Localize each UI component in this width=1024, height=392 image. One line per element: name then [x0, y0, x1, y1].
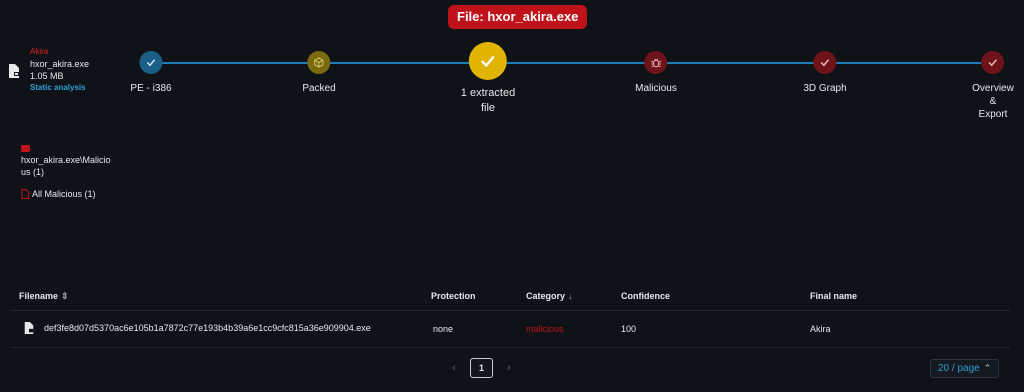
results-table: Filename ⇕ Protection Category ↓ Confidenc… — [11, 282, 1010, 348]
step-packed[interactable]: Packed — [302, 51, 336, 95]
col-filename[interactable]: Filename ⇕ — [11, 282, 431, 311]
file-name: hxor_akira.exe — [30, 59, 90, 69]
file-icon — [24, 322, 34, 334]
progress-line — [150, 62, 993, 64]
sort-icon[interactable]: ⇕ — [61, 291, 69, 301]
step-label: Overview & Export — [972, 83, 1014, 120]
prev-page-icon[interactable]: ‹ — [448, 362, 460, 374]
cell-protection: none — [431, 310, 526, 348]
cell-filename[interactable]: def3fe8d07d5370ac6e105b1a7872c77e193b4b3… — [11, 310, 431, 348]
col-protection[interactable]: Protection — [431, 282, 526, 311]
page-size-select[interactable]: 20 / page ⌃ — [930, 359, 1000, 378]
step-overview-export[interactable]: Overview & Export — [972, 51, 1014, 121]
file-tree: hxor_akira.exe\Malicio us (1) All Malici… — [21, 145, 111, 200]
table-row[interactable]: def3fe8d07d5370ac6e105b1a7872c77e193b4b3… — [11, 310, 1010, 348]
step-label: PE - i386 — [130, 83, 172, 94]
file-size: 1.05 MB — [30, 71, 64, 81]
page-size-value: 20 / page — [938, 363, 980, 374]
step-label: Malicious — [635, 83, 677, 94]
step-pe[interactable]: PE - i386 — [130, 51, 172, 95]
malware-family: Akira — [30, 47, 49, 56]
check-icon — [813, 51, 837, 74]
file-icon — [9, 64, 19, 78]
row-filename: def3fe8d07d5370ac6e105b1a7872c77e193b4b3… — [44, 323, 371, 333]
check-icon — [468, 42, 507, 80]
step-label: 3D Graph — [803, 83, 847, 94]
folder-icon — [21, 145, 30, 152]
table-header-row: Filename ⇕ Protection Category ↓ Confidenc… — [11, 282, 1010, 311]
page-button-current[interactable]: 1 — [470, 358, 493, 378]
col-final-name[interactable]: Final name — [810, 282, 1010, 311]
static-analysis-link[interactable]: Static analysis — [30, 82, 89, 94]
step-label: Packed — [302, 83, 336, 94]
step-3d-graph[interactable]: 3D Graph — [803, 51, 847, 95]
file-title-badge: File: hxor_akira.exe — [448, 5, 588, 29]
malicious-file-icon — [21, 189, 29, 199]
check-icon — [139, 51, 163, 74]
col-confidence[interactable]: Confidence — [621, 282, 810, 311]
tree-path[interactable]: hxor_akira.exe\Malicio us (1) — [21, 154, 111, 178]
col-category[interactable]: Category ↓ — [526, 282, 621, 311]
tree-all-malicious[interactable]: All Malicious (1) — [32, 188, 96, 200]
step-label: 1 extracted file — [460, 87, 516, 114]
cell-confidence: 100 — [621, 310, 810, 348]
step-extracted[interactable]: 1 extracted file — [461, 42, 515, 116]
cell-final-name: Akira — [810, 310, 1010, 348]
cell-category: malicious — [526, 310, 621, 348]
next-page-icon[interactable]: › — [503, 362, 515, 374]
check-icon — [981, 51, 1005, 74]
box-icon — [307, 51, 331, 74]
pagination: ‹ 1 › — [448, 358, 515, 378]
chevron-up-icon: ⌃ — [983, 363, 992, 373]
sort-down-icon[interactable]: ↓ — [568, 291, 573, 301]
bug-icon — [644, 51, 668, 74]
step-malicious[interactable]: Malicious — [635, 51, 677, 95]
